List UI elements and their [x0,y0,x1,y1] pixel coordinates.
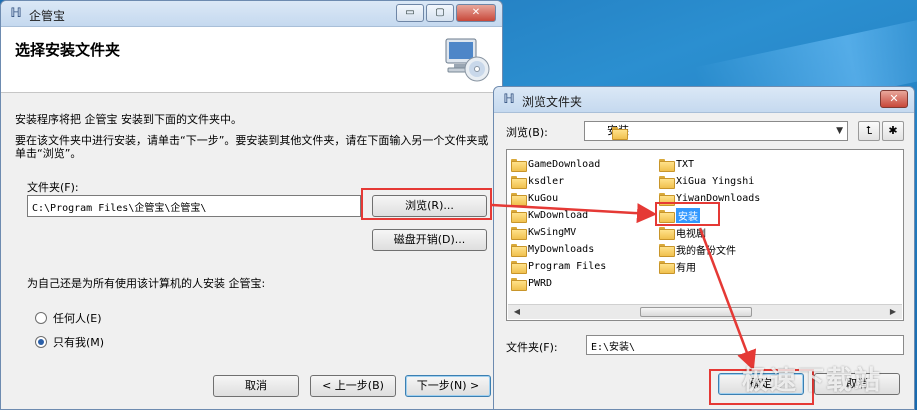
list-item[interactable]: PWRD [511,275,552,291]
folder-name: KwSingMV [528,226,577,238]
highlight-selected-folder [655,202,720,226]
folder-icon [511,243,527,257]
folder-icon [659,226,675,240]
radio-only-me-circle[interactable] [35,336,47,348]
back-button[interactable]: < 上一步(B) [310,375,396,397]
folder-icon [659,175,675,189]
folder-icon [511,277,527,291]
close-button[interactable]: ✕ [456,4,496,22]
scrollbar-thumb[interactable] [640,307,752,317]
radio-only-me[interactable]: 只有我(M) [35,334,104,350]
folder-list[interactable]: GameDownload ksdler KuGou KwDownload KwSingM… [506,149,904,321]
installer-title: 企管宝 [29,9,66,23]
installer-titlebar[interactable]: ℍ 企管宝 ▭ ▢ ✕ [1,1,502,27]
new-folder-icon: ✱ [888,124,898,137]
radio-anyone-label: 任何人(E) [53,312,102,325]
folder-icon [511,209,527,223]
page-title: 选择安装文件夹 [15,41,121,59]
folder-name: PWRD [528,277,553,289]
maximize-button[interactable]: ▢ [426,4,454,22]
browse-close-button[interactable]: ✕ [880,90,908,108]
list-item[interactable]: MyDownloads [511,241,594,257]
browse-title: 浏览文件夹 [522,95,583,109]
list-item[interactable]: KuGou [511,190,558,206]
chevron-down-icon[interactable]: ▼ [836,122,843,140]
watermark: 极速下载站 [742,366,883,396]
intro-text: 安装程序将把 企管宝 安装到下面的文件夹中。 [15,113,242,126]
folder-name: XiGua Yingshi [676,175,755,187]
folder-icon [511,226,527,240]
list-item[interactable]: 我的备份文件 [659,241,736,257]
folder-icon [659,260,675,274]
up-folder-icon: ⮤ [865,124,873,137]
folder-icon [659,243,675,257]
folder-icon [511,192,527,206]
radio-anyone[interactable]: 任何人(E) [35,310,102,326]
install-path-input[interactable]: C:\Program Files\企管宝\企管宝\ [27,195,361,217]
folder-name: 我的备份文件 [676,245,736,257]
up-folder-button[interactable]: ⮤ [858,121,880,141]
browse-folder-label: 文件夹(F): [506,341,558,354]
next-button[interactable]: 下一步(N) > [405,375,491,397]
folder-icon [511,260,527,274]
scroll-left-icon[interactable]: ◀ [510,306,524,318]
look-in-dropdown[interactable]: 安装 ▼ [584,121,848,141]
folder-name: 电视剧 [676,228,706,240]
folder-name: GameDownload [528,158,601,170]
highlight-browse-button [361,188,492,220]
radio-only-me-label: 只有我(M) [53,336,105,349]
folder-icon [511,158,527,172]
list-item[interactable]: KwDownload [511,207,588,223]
folder-icon [511,175,527,189]
browse-titlebar[interactable]: ℍ 浏览文件夹 ✕ [494,87,914,113]
list-item[interactable]: 电视剧 [659,224,706,240]
list-item[interactable]: Program Files [511,258,606,274]
folder-name: 有用 [676,262,696,274]
folder-icon [659,158,675,172]
dialog-icon: ℍ [503,92,515,107]
folder-name: MyDownloads [528,243,595,255]
look-in-label: 浏览(B): [506,126,548,139]
cancel-button[interactable]: 取消 [213,375,299,397]
disk-cost-button[interactable]: 磁盘开销(D)... [372,229,487,251]
list-item[interactable]: ksdler [511,173,564,189]
app-icon: ℍ [10,6,22,21]
folder-name: Program Files [528,260,607,272]
list-item[interactable]: KwSingMV [511,224,576,240]
horizontal-scrollbar[interactable]: ◀ ▶ [508,304,902,319]
instruction-text: 要在该文件夹中进行安装，请单击“下一步”。要安装到其他文件夹，请在下面输入另一个… [15,134,489,160]
browse-path-input[interactable]: E:\安装\ [586,335,904,355]
folder-name: KuGou [528,192,559,204]
scroll-right-icon[interactable]: ▶ [886,306,900,318]
folder-name: ksdler [528,175,565,187]
wizard-header: 选择安装文件夹 [1,27,502,93]
window-controls: ▭ ▢ ✕ [396,4,496,22]
minimize-button[interactable]: ▭ [396,4,424,22]
install-scope-label: 为自己还是为所有使用该计算机的人安装 企管宝: [27,277,266,290]
computer-cd-icon [445,38,490,82]
new-folder-button[interactable]: ✱ [882,121,904,141]
folder-name: KwDownload [528,209,589,221]
list-item[interactable]: TXT [659,156,694,172]
list-item[interactable]: GameDownload [511,156,600,172]
list-item[interactable]: XiGua Yingshi [659,173,754,189]
folder-name: TXT [676,158,695,170]
list-item[interactable]: 有用 [659,258,696,274]
radio-anyone-circle[interactable] [35,312,47,324]
folder-label: 文件夹(F): [27,181,79,194]
